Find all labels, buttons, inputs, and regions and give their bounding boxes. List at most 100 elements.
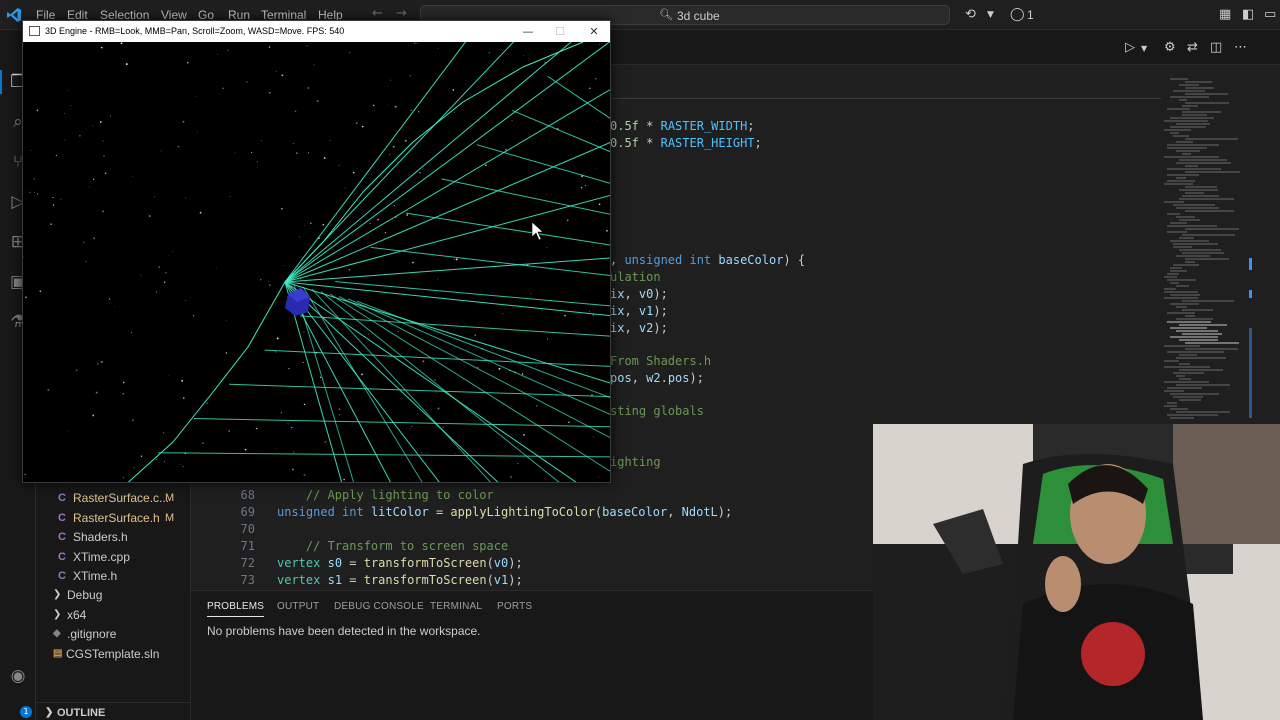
- star: [281, 74, 284, 77]
- toggle-panel-icon[interactable]: ▭: [1264, 7, 1276, 22]
- minimap-line: [1179, 363, 1190, 365]
- render-viewport[interactable]: [23, 42, 611, 483]
- star: [547, 338, 549, 340]
- copilot-chat-icon[interactable]: ⟲: [965, 7, 976, 22]
- engine-window-titlebar[interactable]: 3D Engine - RMB=Look, MMB=Pan, Scroll=Zo…: [23, 21, 610, 42]
- run-icon[interactable]: ▷: [1125, 40, 1135, 55]
- chevron-down-icon[interactable]: ▼: [987, 10, 994, 20]
- tab-debug-console[interactable]: DEBUG CONSOLE: [334, 601, 424, 612]
- minimap-line: [1170, 240, 1209, 242]
- tab-output[interactable]: OUTPUT: [277, 601, 319, 612]
- code-fragment[interactable]: ix, v2);: [610, 320, 668, 337]
- star: [307, 87, 309, 89]
- code-line-71[interactable]: // Transform to screen space: [277, 538, 508, 555]
- star: [50, 223, 52, 225]
- tab-ports[interactable]: PORTS: [497, 601, 532, 612]
- file-rastersurface-cpp[interactable]: C RasterSurface.c... M: [36, 488, 191, 508]
- minimap-line: [1164, 297, 1198, 299]
- chevron-down-icon[interactable]: ▼: [1141, 44, 1147, 53]
- file-xtime-cpp[interactable]: C XTime.cpp: [36, 547, 191, 567]
- toggle-sidebar-icon[interactable]: ◧: [1242, 7, 1254, 22]
- code-fragment[interactable]: 0.5f * RASTER_HEIGHT;: [610, 135, 762, 152]
- split-editor-icon[interactable]: ◫: [1210, 40, 1222, 55]
- code-fragment[interactable]: , unsigned int baseColor) {: [610, 252, 805, 269]
- minimap-line: [1176, 162, 1231, 164]
- star: [186, 61, 189, 64]
- back-arrow-icon[interactable]: ←: [372, 6, 383, 21]
- star: [352, 171, 355, 174]
- folder-x64[interactable]: ❯ x64: [36, 605, 191, 625]
- star: [130, 332, 132, 334]
- code-fragment[interactable]: ix, v1);: [610, 303, 668, 320]
- minimap-line: [1185, 342, 1239, 344]
- minimap-line: [1170, 78, 1188, 80]
- code-line-72[interactable]: vertex s0 = transformToScreen(v0);: [277, 555, 523, 572]
- file-shaders-h[interactable]: C Shaders.h: [36, 527, 191, 547]
- star: [68, 431, 69, 432]
- star: [307, 152, 310, 154]
- star: [303, 331, 305, 333]
- forward-arrow-icon[interactable]: →: [396, 6, 407, 21]
- code-fragment[interactable]: pos, w2.pos);: [610, 370, 704, 387]
- engine-window[interactable]: 3D Engine - RMB=Look, MMB=Pan, Scroll=Zo…: [22, 20, 611, 483]
- minimap[interactable]: [1164, 78, 1259, 428]
- tab-problems[interactable]: PROBLEMS: [207, 601, 265, 617]
- file-solution[interactable]: ▤ CGSTemplate.sln: [36, 644, 191, 664]
- star: [244, 448, 247, 451]
- account-icon[interactable]: ◉: [8, 666, 28, 686]
- star: [388, 153, 391, 156]
- minimap-line: [1167, 147, 1207, 149]
- code-line-69[interactable]: unsigned int litColor = applyLightingToC…: [277, 504, 732, 521]
- minimap-line: [1170, 393, 1219, 395]
- file-xtime-h[interactable]: C XTime.h: [36, 566, 191, 586]
- star: [158, 266, 161, 269]
- grid-line: [284, 42, 610, 283]
- minimap-line: [1176, 384, 1230, 386]
- code-fragment[interactable]: ighting: [610, 454, 661, 471]
- more-actions-icon[interactable]: ⋯: [1234, 40, 1247, 55]
- star: [283, 265, 285, 267]
- minimap-line: [1167, 312, 1195, 314]
- layout-icon[interactable]: ▦: [1219, 7, 1231, 22]
- folder-debug[interactable]: ❯ Debug: [36, 585, 191, 605]
- file-rastersurface-h[interactable]: C RasterSurface.h M: [36, 508, 191, 528]
- code-line-73[interactable]: vertex s1 = transformToScreen(v1);: [277, 572, 523, 589]
- star: [168, 375, 169, 376]
- star: [530, 293, 532, 295]
- file-gitignore[interactable]: ◆ .gitignore: [36, 624, 191, 644]
- minimap-line: [1170, 117, 1214, 119]
- minimize-button[interactable]: —: [512, 23, 544, 40]
- tab-terminal[interactable]: TERMINAL: [430, 601, 482, 612]
- account-badge: 1: [20, 706, 32, 718]
- open-changes-icon[interactable]: ⇄: [1187, 40, 1198, 55]
- grid-line: [322, 191, 364, 243]
- star: [377, 218, 379, 221]
- editor-scrollbar[interactable]: [1249, 78, 1253, 428]
- vscode-logo-icon: [7, 8, 21, 22]
- star: [558, 374, 559, 376]
- star: [100, 46, 103, 49]
- star: [82, 241, 85, 244]
- code-fragment[interactable]: From Shaders.h: [610, 353, 711, 370]
- code-line-68[interactable]: // Apply lighting to color: [277, 487, 494, 504]
- minimap-line: [1182, 333, 1222, 335]
- notification-ring-icon[interactable]: ◯: [1010, 7, 1025, 22]
- minimap-line: [1185, 87, 1214, 89]
- minimap-line: [1173, 264, 1199, 266]
- code-fragment[interactable]: sting globals: [610, 403, 704, 420]
- code-fragment[interactable]: ix, v0);: [610, 286, 668, 303]
- star: [411, 261, 414, 264]
- close-button[interactable]: ✕: [578, 23, 610, 40]
- gear-icon[interactable]: ⚙: [1164, 40, 1176, 55]
- star: [39, 290, 42, 292]
- c-file-icon: C: [58, 551, 66, 563]
- star: [434, 379, 436, 381]
- star: [502, 312, 504, 315]
- outline-section-header[interactable]: ❯ OUTLINE: [36, 702, 191, 720]
- maximize-button[interactable]: ☐: [544, 23, 576, 40]
- star: [523, 434, 525, 436]
- star: [79, 134, 81, 137]
- code-fragment[interactable]: 0.5f * RASTER_WIDTH;: [610, 118, 755, 135]
- code-fragment[interactable]: ulation: [610, 269, 661, 286]
- star: [165, 272, 167, 274]
